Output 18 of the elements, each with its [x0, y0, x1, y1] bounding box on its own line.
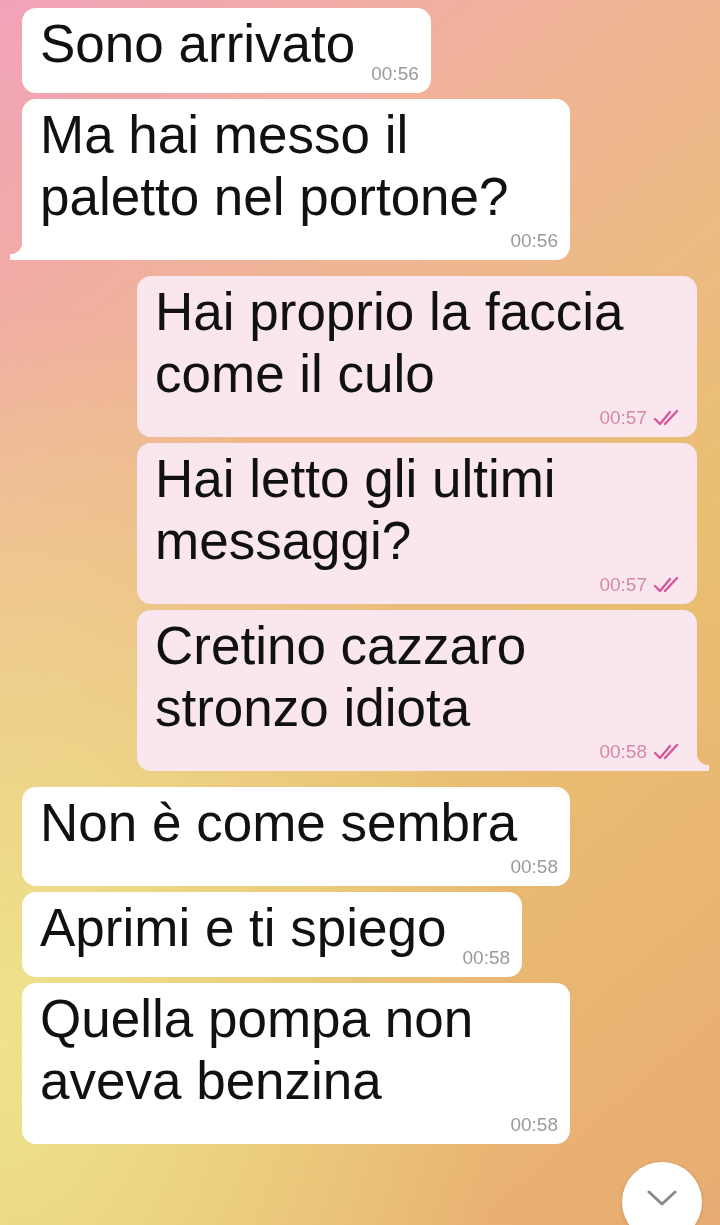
message-time: 00:57 [599, 573, 647, 597]
message-text: Cretino cazzaro stronzo idiota [155, 615, 528, 739]
chevron-down-icon [647, 1190, 677, 1206]
message-text: Hai letto gli ultimi messaggi? [155, 448, 557, 572]
message-text: Aprimi e ti spiego [40, 897, 447, 959]
message-time: 00:58 [462, 946, 511, 970]
message-text: Ma hai messo il paletto nel portone? [40, 104, 510, 228]
message-time: 00:58 [599, 740, 647, 764]
message-text: Hai proprio la faccia come il culo [155, 281, 625, 405]
scroll-down-button[interactable] [622, 1162, 702, 1225]
message-text: Non è come sembra [40, 792, 518, 854]
message-time: 00:56 [510, 229, 558, 253]
message-time: 00:56 [371, 62, 419, 86]
message-text: Quella pompa non aveva benzina [40, 988, 475, 1112]
message-time: 00:58 [510, 855, 558, 879]
message-time: 00:58 [510, 1113, 558, 1137]
message-text: Sono arrivato [40, 13, 356, 75]
message-time: 00:57 [599, 406, 647, 430]
